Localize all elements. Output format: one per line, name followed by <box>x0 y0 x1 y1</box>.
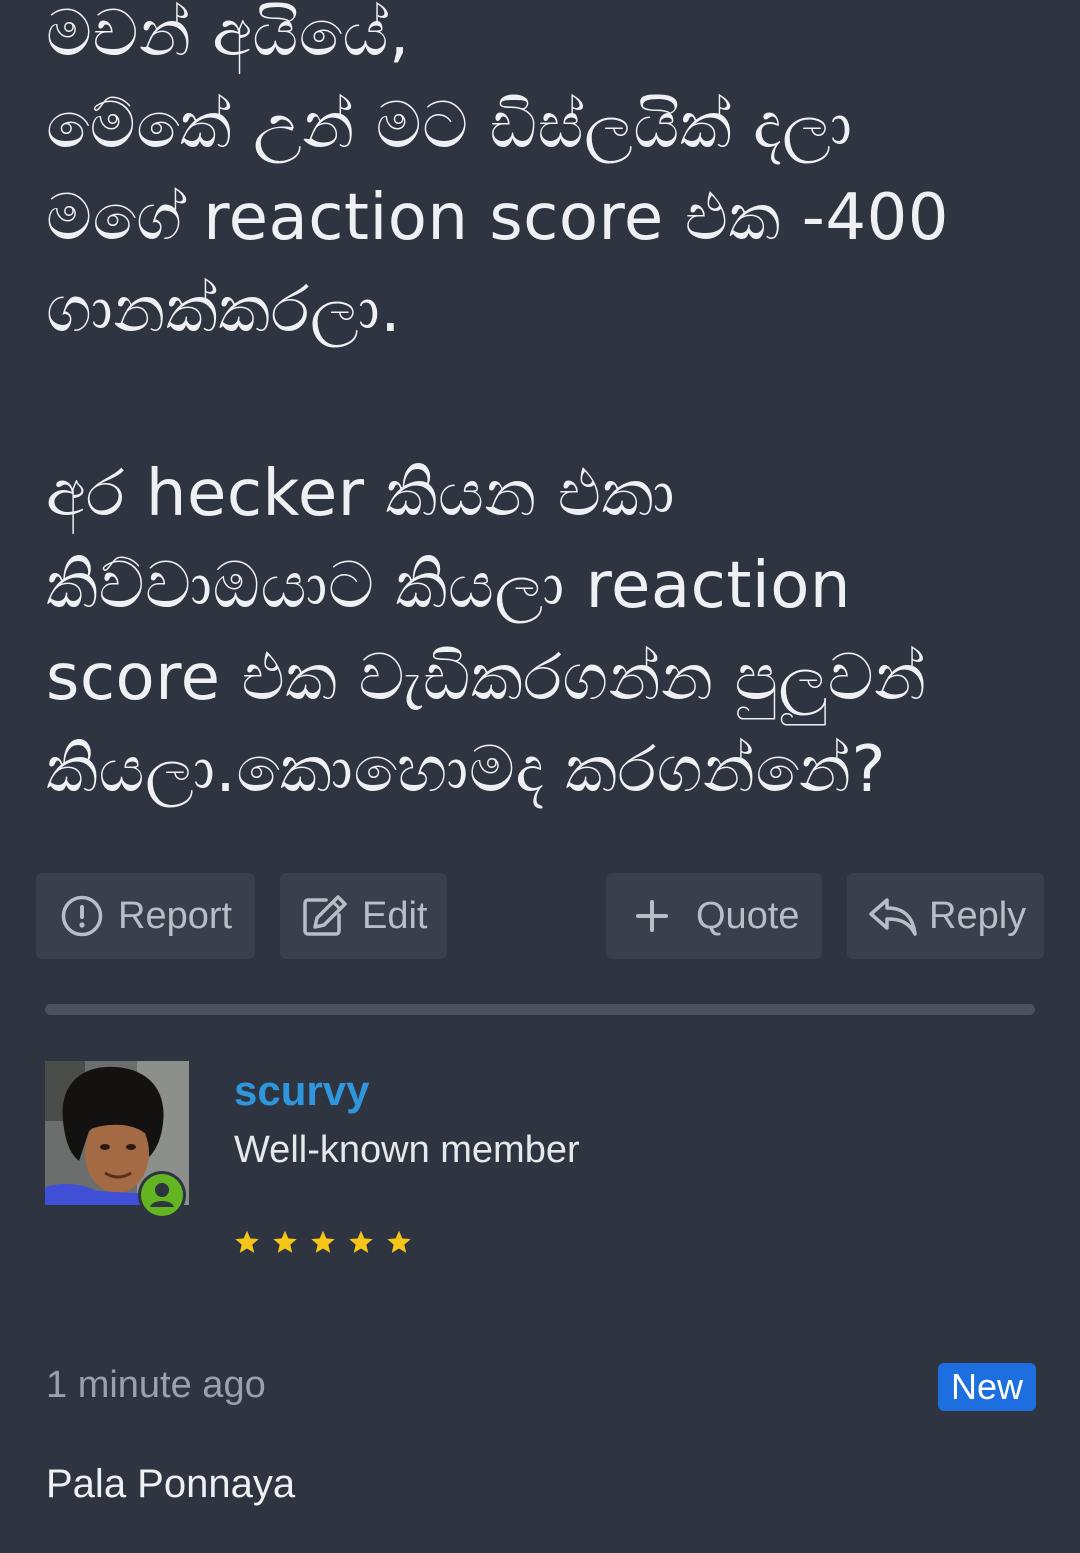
message-user-block: scurvy Well-known member <box>45 1061 1045 1271</box>
post-message-body: Pala Ponnaya <box>46 1462 296 1506</box>
post-divider <box>45 1004 1035 1015</box>
user-title: Well-known member <box>234 1129 580 1171</box>
quote-label: Quote <box>696 894 800 937</box>
post-line: අර hecker කියන එකා <box>46 457 676 531</box>
post-line: ගානක්කරලා. <box>46 273 402 347</box>
star-icon <box>273 1230 297 1253</box>
post-line: කිව්වාඔයාට කියලා reaction <box>46 549 851 623</box>
exclamation-circle-icon <box>60 894 104 938</box>
new-badge: New <box>937 1363 1036 1411</box>
plus-icon <box>634 898 670 934</box>
edit-button[interactable]: Edit <box>280 873 447 959</box>
post-line: මචන් අයියේ, <box>46 0 410 71</box>
post-meta-row: 1 minute ago New <box>46 1360 1036 1416</box>
edit-label: Edit <box>362 894 428 937</box>
post-timestamp-link[interactable]: 1 minute ago <box>46 1364 266 1407</box>
reply-label: Reply <box>929 894 1027 937</box>
report-button[interactable]: Report <box>36 873 255 959</box>
post-line: මගේ reaction score එක -400 <box>46 181 950 255</box>
edit-icon <box>300 893 348 939</box>
star-icon <box>387 1230 411 1253</box>
star-icon <box>311 1230 335 1253</box>
quote-button[interactable]: Quote <box>606 873 822 959</box>
user-online-icon <box>138 1171 186 1219</box>
post-line: කියලා.කොහොමද කරගන්නේ? <box>46 733 886 807</box>
post-line: score එක වැඩිකරගන්න පුලුවන් <box>46 641 927 715</box>
star-icon <box>349 1230 373 1253</box>
star-icon <box>235 1230 259 1253</box>
post-actions-bar: Report Edit Quote Reply <box>0 873 1080 959</box>
thread-page: මචන් අයියේ, මේකේ උන් මට ඩිස්ලයික් දලා මග… <box>0 0 1080 1553</box>
post-message-body: මචන් අයියේ, මේකේ උන් මට ඩිස්ලයික් දලා මග… <box>46 0 1046 816</box>
username-link[interactable]: scurvy <box>234 1067 369 1115</box>
report-label: Report <box>118 894 233 937</box>
user-rating-stars <box>234 1229 412 1255</box>
post-line: මේකේ උන් මට ඩිස්ලයික් දලා <box>46 89 853 163</box>
reply-button[interactable]: Reply <box>847 873 1044 959</box>
reply-icon <box>867 894 919 938</box>
